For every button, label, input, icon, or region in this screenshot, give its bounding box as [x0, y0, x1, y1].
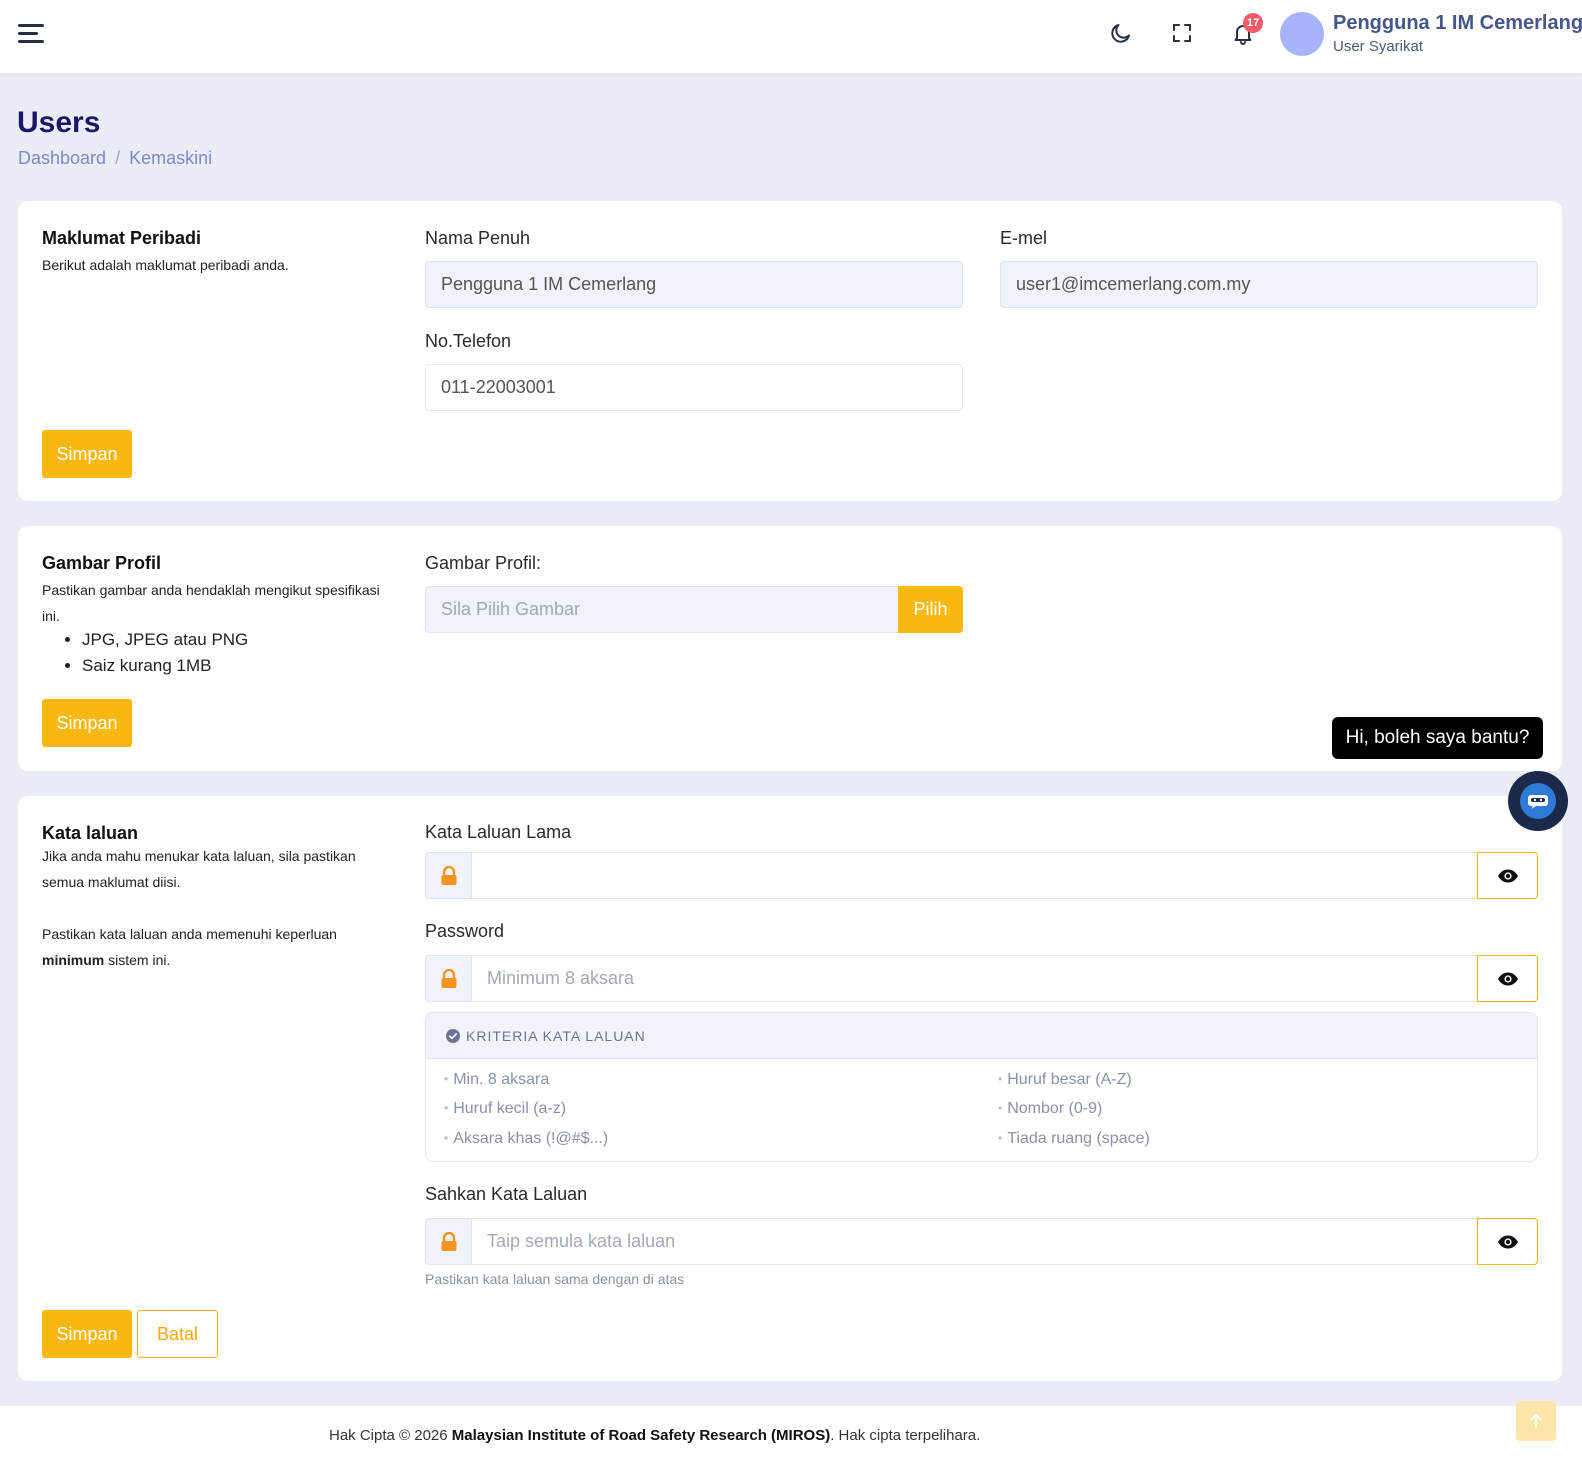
- old-password-label: Kata Laluan Lama: [425, 822, 572, 842]
- chat-widget-button[interactable]: [1508, 771, 1568, 831]
- footer-suffix: . Hak cipta terpelihara.: [830, 1427, 981, 1444]
- avatar[interactable]: [1280, 12, 1324, 56]
- criteria-min-length: Min. 8 aksara: [444, 1071, 549, 1089]
- user-name[interactable]: Pengguna 1 IM Cemerlang: [1333, 12, 1582, 35]
- page-title: Users: [17, 106, 101, 139]
- password-requirement-note: Pastikan kata laluan anda memenuhi keper…: [42, 921, 382, 973]
- criteria-number: Nombor (0-9): [998, 1100, 1102, 1118]
- old-password-group: [425, 852, 1538, 899]
- personal-info-title: Maklumat Peribadi: [42, 228, 202, 248]
- personal-info-card: Maklumat Peribadi Berikut adalah makluma…: [18, 201, 1562, 501]
- breadcrumb-separator: /: [115, 148, 121, 168]
- criteria-uppercase: Huruf besar (A-Z): [998, 1071, 1131, 1089]
- show-confirm-password-eye-icon[interactable]: [1477, 1218, 1538, 1265]
- save-password-button[interactable]: Simpan: [42, 1310, 132, 1358]
- lock-icon: [425, 1218, 472, 1265]
- user-role: User Syarikat: [1333, 38, 1424, 55]
- phone-field[interactable]: 011-22003001: [425, 364, 963, 411]
- breadcrumb-dashboard-link[interactable]: Dashboard: [18, 148, 106, 168]
- confirm-password-input[interactable]: Taip semula kata laluan: [471, 1218, 1478, 1265]
- full-name-label: Nama Penuh: [425, 228, 531, 248]
- profile-image-card: Gambar Profil Pastikan gambar anda henda…: [18, 526, 1562, 771]
- confirm-password-help: Pastikan kata laluan sama dengan di atas: [425, 1271, 685, 1287]
- criteria-lowercase: Huruf kecil (a-z): [444, 1100, 566, 1118]
- save-personal-button[interactable]: Simpan: [42, 430, 132, 478]
- new-password-input[interactable]: Minimum 8 aksara: [471, 955, 1478, 1002]
- footer-organization: Malaysian Institute of Road Safety Resea…: [451, 1427, 831, 1444]
- phone-label: No.Telefon: [425, 331, 512, 351]
- requirement-note-bold: minimum: [42, 952, 105, 968]
- notification-count-badge: 17: [1243, 13, 1264, 33]
- chatbot-icon: [1520, 783, 1556, 819]
- requirement-note-suffix: sistem ini.: [104, 952, 171, 968]
- dark-mode-moon-icon[interactable]: [1107, 19, 1135, 47]
- password-card: Kata laluan Jika anda mahu menukar kata …: [18, 796, 1562, 1381]
- save-profile-image-button[interactable]: Simpan: [42, 699, 132, 747]
- password-criteria-panel: KRITERIA KATA LALUAN Min. 8 aksara Huruf…: [425, 1012, 1538, 1162]
- show-new-password-eye-icon[interactable]: [1477, 955, 1538, 1002]
- email-field[interactable]: user1@imcemerlang.com.my: [1000, 261, 1538, 308]
- confirm-password-group: Taip semula kata laluan: [425, 1218, 1538, 1265]
- password-criteria-title: KRITERIA KATA LALUAN: [466, 1027, 646, 1044]
- check-circle-icon: [446, 1028, 460, 1043]
- breadcrumb-current: Kemaskini: [129, 148, 213, 168]
- email-label: E-mel: [1000, 228, 1048, 248]
- show-old-password-eye-icon[interactable]: [1477, 852, 1538, 899]
- scroll-to-top-arrow-icon[interactable]: [1516, 1401, 1556, 1441]
- full-name-field[interactable]: Pengguna 1 IM Cemerlang: [425, 261, 963, 308]
- profile-image-file-field[interactable]: Sila Pilih Gambar: [425, 586, 899, 633]
- new-password-group: Minimum 8 aksara: [425, 955, 1538, 1002]
- fullscreen-icon[interactable]: [1168, 19, 1196, 47]
- password-desc: Jika anda mahu menukar kata laluan, sila…: [42, 848, 356, 890]
- profile-image-spec-list: JPG, JPEG atau PNG Saiz kurang 1MB: [82, 627, 248, 679]
- profile-image-title: Gambar Profil: [42, 553, 162, 573]
- footer-copyright: Hak Cipta © 2026 Malaysian Institute of …: [329, 1427, 980, 1444]
- criteria-special: Aksara khas (!@#$...): [444, 1130, 608, 1148]
- breadcrumb: Dashboard / Kemaskini: [18, 148, 212, 169]
- choose-image-button[interactable]: Pilih: [898, 586, 963, 633]
- password-title: Kata laluan: [42, 823, 139, 843]
- new-password-label: Password: [425, 921, 505, 941]
- top-bar: 17 Pengguna 1 IM Cemerlang User Syarikat: [0, 0, 1582, 73]
- chat-greeting-bubble[interactable]: Hi, boleh saya bantu?: [1332, 717, 1543, 759]
- old-password-input[interactable]: [471, 852, 1478, 899]
- footer-prefix: Hak Cipta © 2026: [329, 1427, 452, 1444]
- cancel-button[interactable]: Batal: [137, 1310, 218, 1358]
- password-criteria-header: KRITERIA KATA LALUAN: [426, 1013, 1537, 1059]
- profile-image-desc: Pastikan gambar anda hendaklah mengikut …: [42, 582, 380, 624]
- personal-info-desc: Berikut adalah maklumat peribadi anda.: [42, 257, 289, 273]
- lock-icon: [425, 955, 472, 1002]
- hamburger-menu-icon[interactable]: [18, 24, 44, 44]
- requirement-note-text: Pastikan kata laluan anda memenuhi keper…: [42, 926, 337, 942]
- criteria-no-space: Tiada ruang (space): [998, 1130, 1150, 1148]
- spec-item-format: JPG, JPEG atau PNG: [82, 627, 248, 653]
- spec-item-size: Saiz kurang 1MB: [82, 653, 248, 679]
- footer: Hak Cipta © 2026 Malaysian Institute of …: [0, 1406, 1582, 1477]
- lock-icon: [425, 852, 472, 899]
- confirm-password-label: Sahkan Kata Laluan: [425, 1184, 588, 1204]
- profile-image-label: Gambar Profil:: [425, 553, 542, 573]
